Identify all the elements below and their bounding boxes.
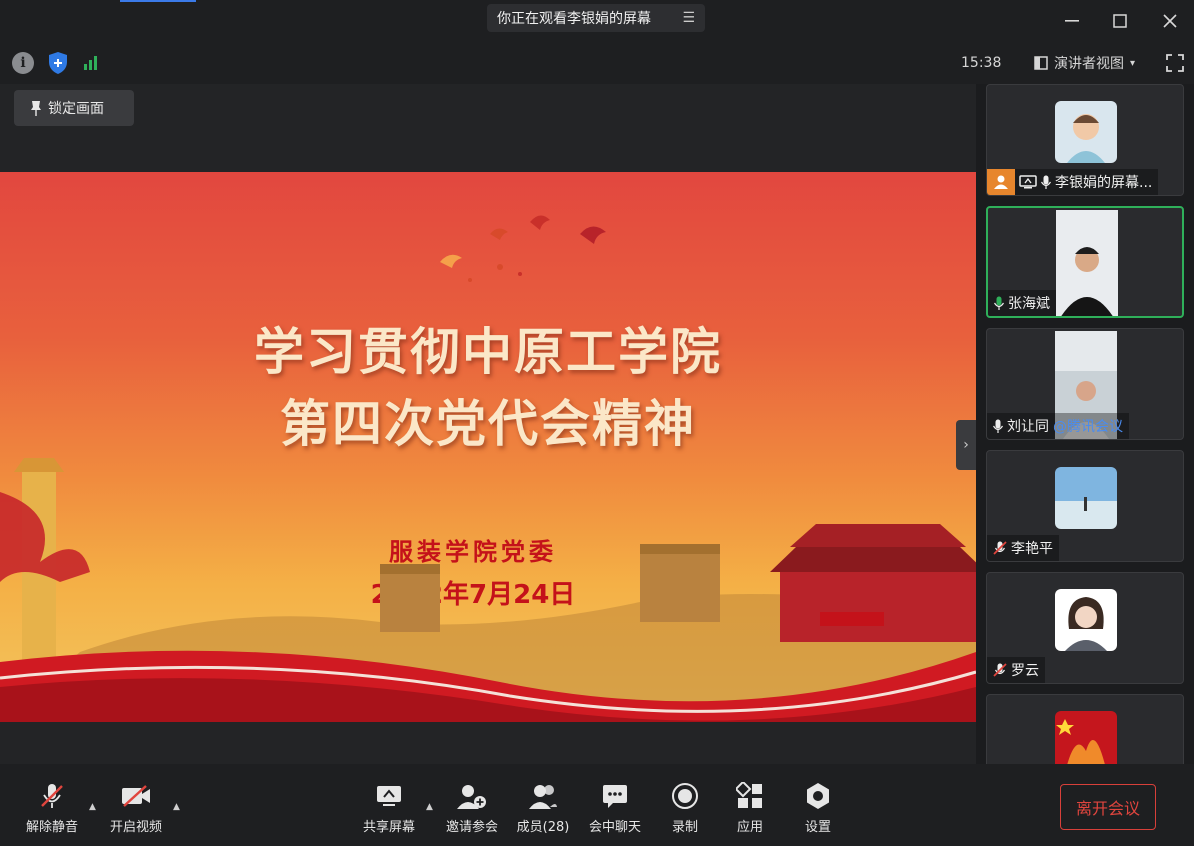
mic-muted-icon — [38, 782, 66, 810]
members-label: 成员(28) — [516, 820, 570, 835]
list-icon[interactable]: ☰ — [682, 10, 695, 26]
window-title: 你正在观看李银娟的屏幕 — [497, 11, 651, 27]
shield-icon[interactable] — [48, 51, 68, 75]
record-button[interactable]: 录制 — [650, 782, 720, 835]
share-screen-button[interactable]: 共享屏幕 — [354, 782, 424, 835]
microphone-icon — [993, 419, 1003, 433]
microphone-icon — [1041, 175, 1051, 189]
slide-title-line-2: 第四次党代会精神 — [280, 395, 696, 453]
signal-icon — [84, 56, 97, 70]
mic-muted-icon — [993, 541, 1007, 555]
view-mode-dropdown[interactable]: 演讲者视图 ▾ — [1034, 53, 1135, 73]
microphone-icon — [994, 296, 1004, 310]
participant-tile[interactable]: 张海斌 — [986, 206, 1184, 318]
participant-name-bar: 刘让同 @腾讯会议 — [987, 413, 1129, 439]
lock-view-label: 锁定画面 — [48, 101, 104, 117]
participant-video — [1056, 210, 1118, 316]
participant-name: 刘让同 — [1007, 419, 1049, 435]
leave-meeting-label: 离开会议 — [1075, 799, 1140, 818]
share-screen-label: 共享屏幕 — [362, 820, 415, 835]
meeting-watermark: @腾讯会议 — [1053, 419, 1123, 435]
mic-muted-icon — [993, 663, 1007, 677]
start-video-label: 开启视频 — [109, 820, 162, 835]
apps-button[interactable]: 应用 — [715, 782, 785, 835]
caret-up-icon[interactable]: ▲ — [89, 802, 96, 812]
participant-name: 李艳平 — [1011, 541, 1053, 557]
participant-list: 李银娟的屏幕... 张海斌 刘让同 @腾讯会议 李艳平 罗云 — [976, 84, 1194, 764]
great-wall-landscape — [0, 458, 976, 722]
participant-tile[interactable]: 罗云 — [986, 572, 1184, 684]
apps-icon — [736, 782, 764, 810]
screen-share-title[interactable]: 你正在观看李银娟的屏幕 ☰ — [487, 4, 705, 32]
chat-label: 会中聊天 — [588, 820, 641, 835]
host-icon — [987, 169, 1015, 195]
chat-icon — [601, 782, 629, 810]
record-label: 录制 — [671, 820, 698, 835]
info-bar: i 15:38 演讲者视图 ▾ — [0, 42, 1194, 84]
shared-screen-stage: 锁定画面 学习贯彻中原工学院 第四次党代会精神 服装学院党委 2022年7月24… — [0, 84, 976, 764]
avatar — [1055, 467, 1117, 529]
add-user-icon — [457, 782, 487, 810]
participant-tile[interactable]: 李艳平 — [986, 450, 1184, 562]
doves-decoration — [440, 215, 606, 282]
avatar — [1055, 101, 1117, 163]
share-screen-icon — [375, 782, 403, 810]
settings-label: 设置 — [804, 820, 831, 835]
participant-name-bar: 李银娟的屏幕... — [987, 169, 1159, 195]
title-bar: 你正在观看李银娟的屏幕 ☰ — [0, 0, 1194, 42]
participant-name: 罗云 — [1011, 663, 1039, 679]
title-accent-line — [120, 0, 196, 2]
info-icon[interactable]: i — [12, 52, 34, 74]
avatar — [1055, 589, 1117, 651]
chat-button[interactable]: 会中聊天 — [580, 782, 650, 835]
settings-button[interactable]: 设置 — [783, 782, 853, 835]
close-icon[interactable] — [1159, 10, 1181, 32]
record-icon — [671, 782, 699, 810]
meeting-toolbar: 解除静音 ▲ 开启视频 ▲ 共享屏幕 ▲ 邀请参会 成员(28) 会中聊天 录制… — [0, 764, 1194, 846]
start-video-button[interactable]: 开启视频 — [101, 782, 171, 835]
participant-name: 张海斌 — [1008, 296, 1050, 312]
invite-label: 邀请参会 — [445, 820, 498, 835]
caret-up-icon[interactable]: ▲ — [173, 802, 180, 812]
unmute-label: 解除静音 — [25, 820, 78, 835]
presentation-slide: 学习贯彻中原工学院 第四次党代会精神 服装学院党委 2022年7月24日 — [0, 172, 976, 722]
meeting-clock: 15:38 — [961, 55, 1002, 71]
members-icon — [528, 782, 558, 810]
leave-meeting-button[interactable]: 离开会议 — [1060, 784, 1156, 830]
lock-view-button[interactable]: 锁定画面 — [14, 90, 134, 126]
chevron-down-icon: ▾ — [1130, 57, 1136, 69]
slide-title-line-1: 学习贯彻中原工学院 — [254, 323, 722, 381]
participant-name-bar: 张海斌 — [988, 290, 1056, 316]
avatar — [1055, 711, 1117, 764]
view-mode-label: 演讲者视图 — [1054, 56, 1124, 72]
participant-name-bar: 李艳平 — [987, 535, 1059, 561]
gear-icon — [804, 782, 832, 810]
apps-label: 应用 — [736, 820, 763, 835]
participant-name-bar: 罗云 — [987, 657, 1045, 683]
chevron-right-icon: › — [963, 437, 969, 453]
video-off-icon — [120, 782, 152, 810]
unmute-button[interactable]: 解除静音 — [17, 782, 87, 835]
meeting-window: 你正在观看李银娟的屏幕 ☰ i 15:38 演讲者视图 ▾ 锁定画面 学习贯彻中… — [0, 0, 1194, 846]
layout-icon — [1034, 56, 1048, 70]
pin-icon — [31, 101, 41, 116]
participant-tile[interactable] — [986, 694, 1184, 764]
members-button[interactable]: 成员(28) — [508, 782, 578, 835]
fullscreen-icon[interactable] — [1166, 54, 1184, 72]
caret-up-icon[interactable]: ▲ — [426, 802, 433, 812]
sidebar-toggle[interactable]: › — [956, 420, 976, 470]
participant-tile[interactable]: 刘让同 @腾讯会议 — [986, 328, 1184, 440]
invite-button[interactable]: 邀请参会 — [437, 782, 507, 835]
participant-name: 李银娟的屏幕... — [1055, 175, 1153, 191]
screen-share-icon — [1019, 175, 1037, 189]
minimize-icon[interactable] — [1061, 10, 1083, 32]
maximize-icon[interactable] — [1109, 10, 1131, 32]
participant-tile[interactable]: 李银娟的屏幕... — [986, 84, 1184, 196]
